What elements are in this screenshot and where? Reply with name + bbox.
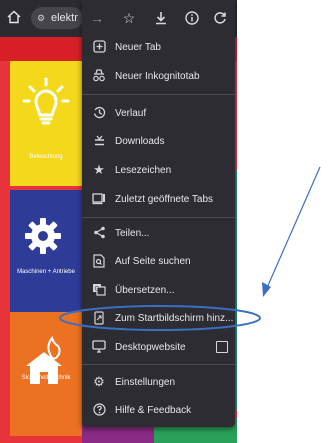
tile-sicherheitstechnik[interactable]: Sicherheitstechnik xyxy=(10,312,82,436)
add-to-home-icon xyxy=(91,310,107,326)
forward-icon[interactable]: → xyxy=(88,9,106,27)
translate-icon: G xyxy=(91,282,107,298)
annotation-arrow-head xyxy=(262,282,271,297)
menu-item-add-to-home-screen[interactable]: Zum Startbildschirm hinz... xyxy=(82,304,235,333)
download-icon[interactable] xyxy=(152,9,170,27)
tile-maschinen-antriebe[interactable]: Maschinen + Antriebe xyxy=(10,190,82,312)
desktop-icon xyxy=(91,339,107,355)
home-icon[interactable] xyxy=(7,10,21,24)
bookmarks-star-icon: ★ xyxy=(93,162,105,177)
gear-icon xyxy=(25,218,61,254)
share-icon xyxy=(91,225,107,241)
new-tab-icon xyxy=(91,39,107,55)
menu-item-label: Neuer Inkognitotab xyxy=(115,71,200,82)
menu-icon-row: → ☆ xyxy=(82,0,235,37)
menu-item-settings[interactable]: ⚙ Einstellungen xyxy=(82,368,235,397)
menu-item-label: Desktopwebsite xyxy=(115,342,186,353)
browser-overflow-menu: → ☆ Neuer Tab Neuer Inkognitotab Verlauf… xyxy=(82,0,235,427)
menu-item-downloads[interactable]: Downloads xyxy=(82,127,235,156)
menu-divider xyxy=(82,217,235,218)
menu-item-help-feedback[interactable]: Hilfe & Feedback xyxy=(82,396,235,425)
house-flame-icon xyxy=(26,335,62,384)
menu-item-label: Hilfe & Feedback xyxy=(115,405,192,416)
menu-item-label: Teilen... xyxy=(115,228,150,239)
menu-item-label: Zum Startbildschirm hinz... xyxy=(115,313,234,324)
menu-item-new-tab[interactable]: Neuer Tab xyxy=(82,33,235,62)
menu-item-label: Einstellungen xyxy=(115,377,176,388)
bookmark-star-icon[interactable]: ☆ xyxy=(120,9,138,27)
menu-item-label: Neuer Tab xyxy=(115,42,161,53)
menu-item-bookmarks[interactable]: ★ Lesezeichen xyxy=(82,156,235,185)
svg-text:G: G xyxy=(95,287,100,293)
lightbulb-icon xyxy=(22,77,70,125)
menu-item-translate[interactable]: G Übersetzen... xyxy=(82,276,235,305)
menu-item-new-incognito-tab[interactable]: Neuer Inkognitotab xyxy=(82,62,235,91)
info-icon[interactable] xyxy=(183,9,201,27)
incognito-icon xyxy=(91,68,107,84)
menu-item-history[interactable]: Verlauf xyxy=(82,99,235,128)
menu-item-label: Verlauf xyxy=(115,108,147,119)
recent-tabs-icon xyxy=(91,191,107,207)
reload-icon[interactable] xyxy=(211,9,229,27)
help-icon xyxy=(91,402,107,418)
tile-label: Sicherheitstechnik xyxy=(21,375,71,381)
menu-item-label: Zuletzt geöffnete Tabs xyxy=(115,194,214,205)
phone-screen: Beleuchtung Maschinen + Antriebe Sicherh… xyxy=(0,0,237,443)
annotation-arrow-line xyxy=(265,166,321,291)
desktop-site-checkbox[interactable] xyxy=(216,341,228,353)
menu-item-label: Auf Seite suchen xyxy=(115,256,191,267)
tile-label: Maschinen + Antriebe xyxy=(17,269,75,275)
menu-item-share[interactable]: Teilen... xyxy=(82,219,235,248)
menu-item-find-in-page[interactable]: Auf Seite suchen xyxy=(82,247,235,276)
url-bar[interactable]: ⚙ elektr xyxy=(31,7,83,29)
tile-label: Beleuchtung xyxy=(29,154,63,160)
menu-item-label: Downloads xyxy=(115,136,165,147)
tile-beleuchtung[interactable]: Beleuchtung xyxy=(10,61,82,186)
menu-divider xyxy=(82,364,235,365)
menu-divider xyxy=(82,94,235,95)
find-in-page-icon xyxy=(91,253,107,269)
site-settings-icon[interactable]: ⚙ xyxy=(37,7,51,29)
url-text: elektr xyxy=(51,12,78,24)
menu-item-desktop-site[interactable]: Desktopwebsite xyxy=(82,333,235,362)
history-icon xyxy=(91,105,107,121)
downloads-icon xyxy=(91,133,107,149)
menu-item-label: Übersetzen... xyxy=(115,285,175,296)
menu-item-label: Lesezeichen xyxy=(115,165,172,176)
menu-item-recent-tabs[interactable]: Zuletzt geöffnete Tabs xyxy=(82,185,235,214)
settings-gear-icon: ⚙ xyxy=(93,374,105,389)
